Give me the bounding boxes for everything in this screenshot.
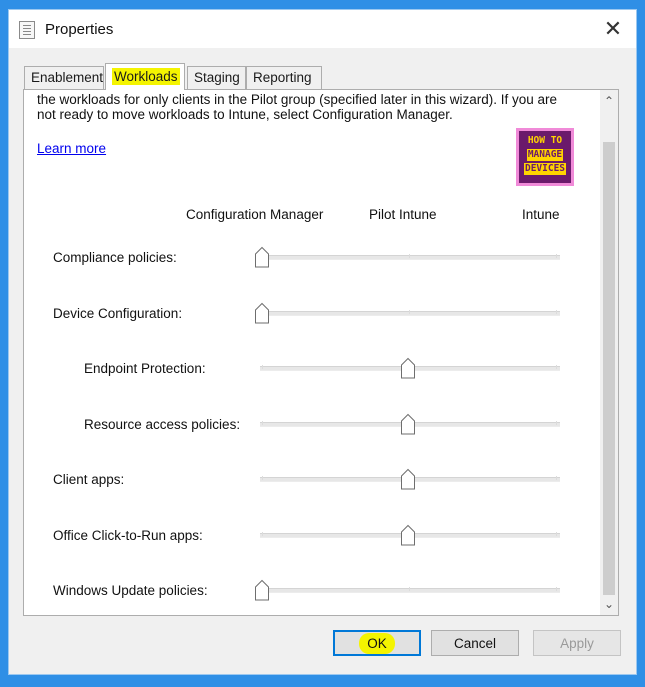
workload-slider[interactable] [260,357,560,381]
slider-tick [262,532,263,536]
workload-slider[interactable] [255,579,560,603]
slider-thumb[interactable] [254,302,270,324]
close-button[interactable]: ✕ [590,10,636,48]
workload-label: Client apps: [53,472,125,487]
slider-track [260,587,560,593]
column-intune: Intune [522,207,560,222]
learn-more-link[interactable]: Learn more [37,141,106,156]
workload-slider[interactable] [260,413,560,437]
how-to-manage-devices-logo: HOW TO MANAGE DEVICES [516,128,574,186]
tab-staging[interactable]: Staging [187,66,246,89]
slider-tick [409,310,410,314]
slider-thumb[interactable] [400,357,416,379]
slider-tick [409,254,410,258]
slider-track [260,310,560,316]
slider-tick [262,421,263,425]
slider-tick [556,421,557,425]
workload-label: Compliance policies: [53,250,177,265]
tab-enablement[interactable]: Enablement [24,66,104,89]
workload-label: Endpoint Protection: [84,361,206,376]
slider-tick [556,587,557,591]
vertical-scrollbar[interactable]: ⌃ ⌄ [600,90,618,615]
workloads-panel: the workloads for only clients in the Pi… [23,89,619,616]
slider-tick [556,476,557,480]
ok-button[interactable]: OK [333,630,421,656]
apply-button[interactable]: Apply [533,630,621,656]
column-pilot-intune: Pilot Intune [369,207,437,222]
slider-tick [262,476,263,480]
workload-slider[interactable] [255,302,560,326]
slider-tick [556,365,557,369]
workload-label: Office Click-to-Run apps: [53,528,203,543]
window-title: Properties [45,21,114,38]
workload-slider[interactable] [255,246,560,270]
scrollbar-thumb[interactable] [603,142,615,595]
slider-track [260,254,560,260]
slider-tick [262,365,263,369]
close-icon: ✕ [603,16,623,41]
cancel-button[interactable]: Cancel [431,630,519,656]
scroll-up-icon[interactable]: ⌃ [600,92,618,110]
properties-icon [19,21,35,39]
slider-thumb[interactable] [400,524,416,546]
slider-thumb[interactable] [400,413,416,435]
properties-dialog: Properties ✕ Enablement Workloads Stagin… [8,9,637,675]
slider-tick [556,254,557,258]
workload-label: Windows Update policies: [53,583,208,598]
slider-tick [556,310,557,314]
tab-workloads[interactable]: Workloads [105,63,185,90]
title-bar: Properties ✕ [9,10,636,48]
scroll-down-icon[interactable]: ⌄ [600,595,618,613]
intro-text: the workloads for only clients in the Pi… [37,92,557,122]
workload-slider[interactable] [260,468,560,492]
slider-thumb[interactable] [254,579,270,601]
slider-tick [409,587,410,591]
workload-label: Device Configuration: [53,306,183,321]
slider-thumb[interactable] [254,246,270,268]
tab-reporting[interactable]: Reporting [246,66,322,89]
slider-tick [556,532,557,536]
column-configuration-manager: Configuration Manager [186,207,324,222]
workload-label: Resource access policies: [84,417,241,432]
workload-slider[interactable] [260,524,560,548]
slider-thumb[interactable] [400,468,416,490]
